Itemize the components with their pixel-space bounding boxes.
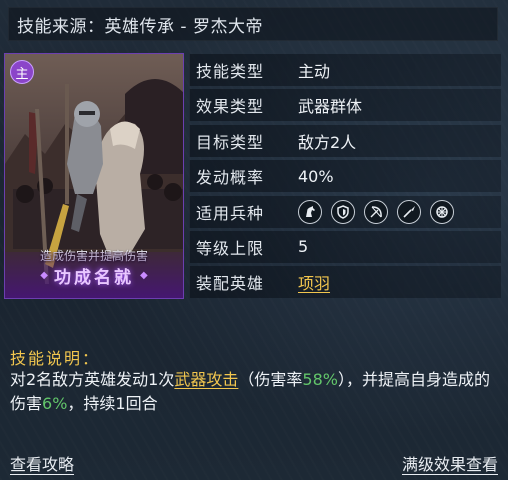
attr-value: 敌方2人 [298, 132, 357, 152]
damage-rate-value: 58% [302, 370, 338, 389]
skill-source-text: 技能来源：英雄传承 - 罗杰大帝 [17, 16, 263, 37]
attr-label: 目标类型 [196, 132, 265, 152]
diamond-left-icon: ◆ [40, 269, 48, 281]
shield-icon[interactable] [331, 199, 355, 224]
equipped-hero-link[interactable]: 项羽 [298, 274, 330, 293]
attr-label: 技能类型 [196, 62, 265, 81]
attr-row-effect-type: 效果类型 武器群体 [189, 89, 501, 122]
view-guide-link[interactable]: 查看攻略 [10, 451, 74, 475]
attr-row-unit-types: 适用兵种 [189, 195, 501, 228]
attr-label: 装配英雄 [196, 274, 265, 294]
attr-row-target-type: 目标类型 敌方2人 [189, 124, 501, 157]
attr-row-level-cap: 等级上限 5 [189, 230, 501, 263]
attr-value: 主动 [298, 62, 331, 81]
skill-card[interactable]: 主 造成伤害并提高伤害 ◆ 功成名就 ◆ [4, 53, 184, 299]
max-level-effect-link[interactable]: 满级效果查看 [402, 451, 498, 475]
card-title-banner: ◆ 功成名就 ◆ [5, 252, 183, 298]
bow-icon[interactable] [364, 199, 388, 224]
desc-part-4: ，持续1回合 [67, 394, 158, 413]
attr-label: 发动概率 [196, 168, 265, 188]
attr-value: 武器群体 [298, 97, 363, 117]
skill-name: 功成名就 [54, 267, 134, 288]
unit-icon-group [298, 199, 501, 224]
weapon-attack-link[interactable]: 武器攻击 [174, 370, 238, 389]
attribute-table: 技能类型 主动 效果类型 武器群体 目标类型 敌方2人 发动概率 40% 适用兵… [189, 54, 501, 302]
attr-value: 40% [298, 166, 334, 186]
diamond-right-icon: ◆ [140, 269, 148, 281]
description-title: 技能说明： [10, 349, 101, 368]
desc-part-1: 对2名敌方英雄发动1次 [10, 370, 175, 389]
attr-row-skill-type: 技能类型 主动 [189, 54, 501, 86]
spear-icon[interactable] [397, 199, 421, 224]
description-text: 对2名敌方英雄发动1次武器攻击（伤害率58%），并提高自身造成的伤害6%，持续1… [10, 368, 495, 416]
wheel-icon[interactable] [430, 199, 454, 224]
attr-label: 适用兵种 [196, 203, 265, 223]
desc-part-2: （伤害率 [238, 370, 303, 389]
skill-source-bar: 技能来源：英雄传承 - 罗杰大帝 [8, 7, 498, 41]
active-skill-badge: 主 [10, 60, 34, 84]
attr-label: 等级上限 [196, 238, 265, 258]
horse-icon[interactable] [298, 199, 322, 224]
attr-value: 5 [298, 237, 309, 257]
attr-row-equipped-hero: 装配英雄 项羽 [189, 266, 501, 299]
damage-bonus-value: 6% [42, 394, 68, 413]
attr-label: 效果类型 [196, 97, 265, 117]
attr-row-trigger-rate: 发动概率 40% [189, 160, 501, 193]
